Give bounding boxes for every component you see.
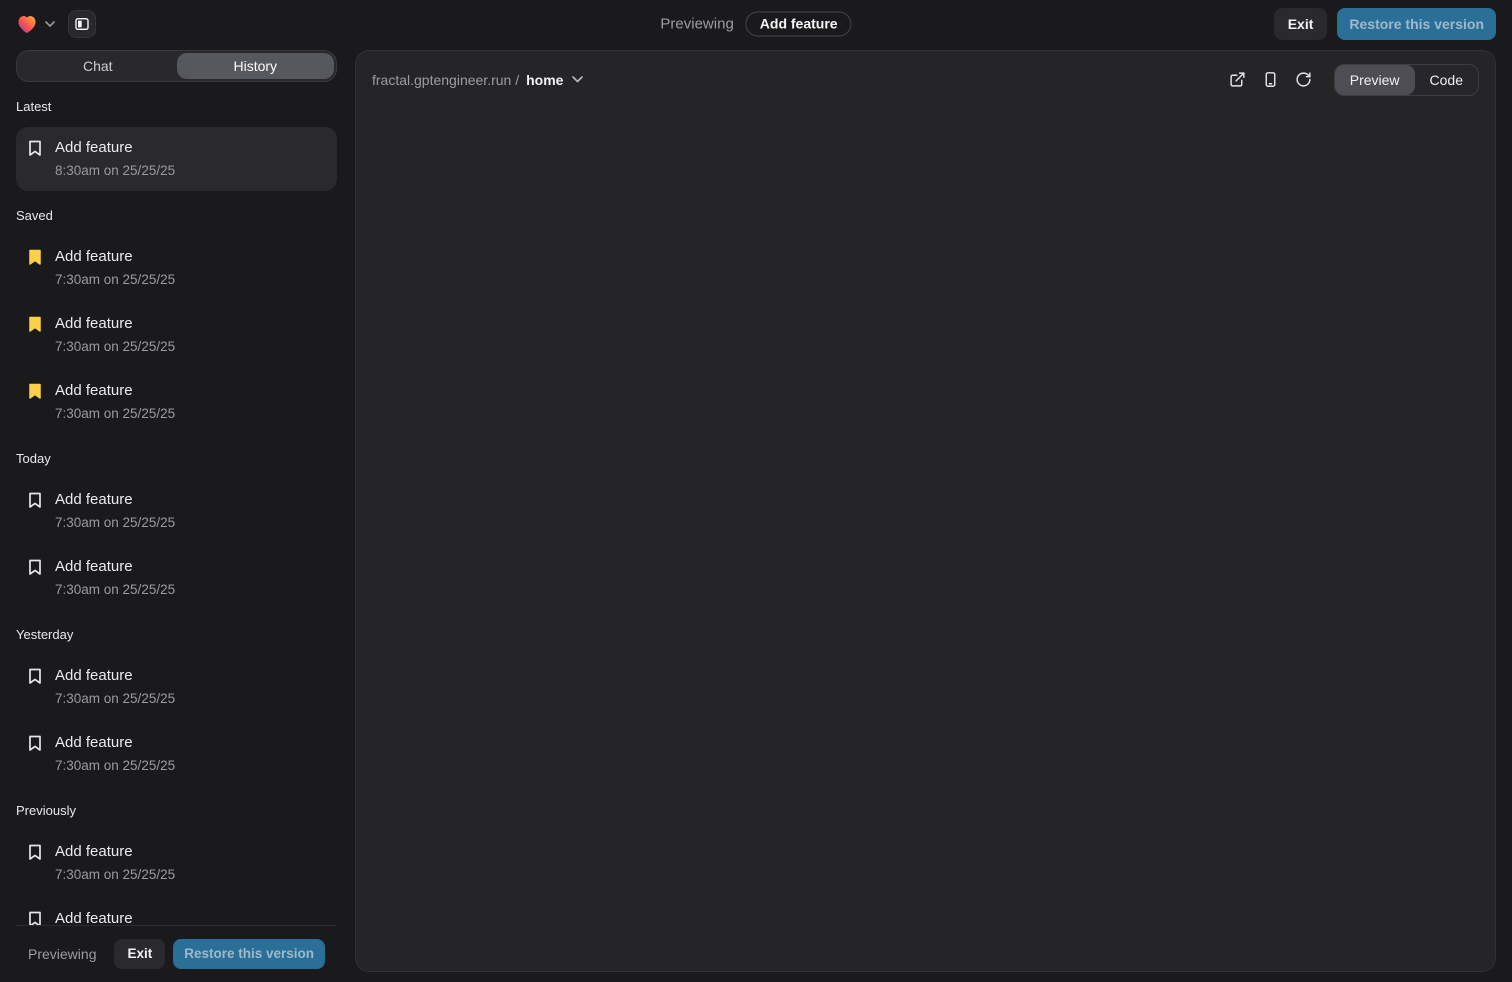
section-label: Previously — [16, 803, 337, 818]
history-item-title: Add feature — [55, 313, 175, 334]
footer-previewing-label: Previewing — [28, 946, 96, 962]
topbar-right: Exit Restore this version — [1274, 8, 1496, 40]
history-item-title: Add feature — [55, 841, 175, 862]
history-item-text: Add feature 7:30am on 25/25/25 — [55, 489, 175, 533]
history-item-text: Add feature 7:30am on 25/25/25 — [55, 313, 175, 357]
mode-tab-code[interactable]: Code — [1415, 65, 1478, 95]
history-item[interactable]: Add feature 7:30am on 25/25/25 — [16, 831, 337, 895]
history-item[interactable]: Add feature 7:30am on 25/25/25 — [16, 370, 337, 434]
open-external-link-button[interactable] — [1229, 71, 1246, 88]
history-section: Yesterday Add feature 7:30am on 25/25/25 — [16, 627, 337, 786]
section-items: Add feature 7:30am on 25/25/25 Add featu… — [16, 236, 337, 434]
history-item[interactable]: Add feature 7:30am on 25/25/25 — [16, 655, 337, 719]
version-badge[interactable]: Add feature — [746, 12, 852, 37]
footer-restore-version-button[interactable]: Restore this version — [173, 939, 325, 969]
history-item-title: Add feature — [55, 137, 175, 158]
lovable-heart-logo[interactable] — [16, 14, 38, 34]
bookmark-icon — [28, 316, 42, 333]
preview-header: fractal.gptengineer.run / home — [356, 51, 1495, 95]
tab-history[interactable]: History — [177, 53, 335, 79]
history-item[interactable]: Add feature 7:30am on 25/25/25 — [16, 303, 337, 367]
sidebar-footer: Previewing Exit Restore this version — [16, 925, 337, 982]
history-item-timestamp: 7:30am on 25/25/25 — [55, 513, 175, 533]
exit-button[interactable]: Exit — [1274, 8, 1328, 40]
section-label: Saved — [16, 208, 337, 223]
history-item-text: Add feature 7:30am on 25/25/25 — [55, 732, 175, 776]
bookmark-icon — [28, 844, 42, 861]
history-section: Latest Add feature 8:30am on 25/25/25 — [16, 99, 337, 191]
app: { "colors": { "page_bg": "#1a1a1c", "pan… — [0, 0, 1512, 982]
history-item-timestamp: 7:30am on 25/25/25 — [55, 270, 175, 290]
history-item-timestamp: 7:30am on 25/25/25 — [55, 865, 175, 885]
previewing-label: Previewing — [660, 16, 733, 33]
bookmark-icon — [28, 492, 42, 509]
history-sidebar: Chat History Latest Add feature 8:30am o… — [16, 50, 337, 982]
history-item-timestamp: 7:30am on 25/25/25 — [55, 337, 175, 357]
topbar-center: Previewing Add feature — [660, 12, 851, 37]
history-item[interactable]: Add feature 7:30am on 25/25/25 — [16, 722, 337, 786]
refresh-button[interactable] — [1295, 71, 1312, 88]
preview-viewport[interactable] — [356, 95, 1495, 971]
mobile-view-button[interactable] — [1262, 71, 1279, 88]
section-items: Add feature 7:30am on 25/25/25 Add featu… — [16, 479, 337, 610]
mode-tab-preview[interactable]: Preview — [1335, 65, 1415, 95]
history-item-text: Add feature 8:30am on 25/25/25 — [55, 137, 175, 181]
history-item-timestamp: 8:30am on 25/25/25 — [55, 161, 175, 181]
history-item-timestamp: 7:30am on 25/25/25 — [55, 756, 175, 776]
preview-panel: fractal.gptengineer.run / home — [355, 50, 1496, 972]
bookmark-icon — [28, 559, 42, 576]
smartphone-icon — [1262, 71, 1279, 88]
history-list: Latest Add feature 8:30am on 25/25/25 Sa… — [16, 82, 337, 982]
history-item-text: Add feature 7:30am on 25/25/25 — [55, 246, 175, 290]
section-label: Today — [16, 451, 337, 466]
topbar: Previewing Add feature Exit Restore this… — [0, 0, 1512, 48]
preview-code-switcher: Preview Code — [1334, 64, 1479, 96]
history-item-title: Add feature — [55, 380, 175, 401]
bookmark-icon — [28, 140, 42, 157]
history-section: Saved Add feature 7:30am on 25/25/25 Add — [16, 208, 337, 434]
history-item[interactable]: Add feature 8:30am on 25/25/25 — [16, 127, 337, 191]
refresh-icon — [1295, 71, 1312, 88]
history-item[interactable]: Add feature 7:30am on 25/25/25 — [16, 479, 337, 543]
section-label: Yesterday — [16, 627, 337, 642]
history-item-title: Add feature — [55, 556, 175, 577]
bookmark-icon — [28, 735, 42, 752]
history-item-timestamp: 7:30am on 25/25/25 — [55, 580, 175, 600]
history-item-title: Add feature — [55, 246, 175, 267]
section-items: Add feature 8:30am on 25/25/25 — [16, 127, 337, 191]
panel-left-icon — [74, 16, 90, 32]
history-item-title: Add feature — [55, 665, 175, 686]
history-item[interactable]: Add feature 7:30am on 25/25/25 — [16, 236, 337, 300]
history-item-text: Add feature 7:30am on 25/25/25 — [55, 380, 175, 424]
history-item-title: Add feature — [55, 732, 175, 753]
bookmark-icon — [28, 249, 42, 266]
url-bar[interactable]: fractal.gptengineer.run / home — [372, 72, 583, 88]
history-section: Today Add feature 7:30am on 25/25/25 Add — [16, 451, 337, 610]
history-item-text: Add feature 7:30am on 25/25/25 — [55, 841, 175, 885]
external-link-icon — [1229, 71, 1246, 88]
history-item-title: Add feature — [55, 489, 175, 510]
url-domain: fractal.gptengineer.run / — [372, 72, 519, 88]
url-page: home — [526, 72, 563, 88]
topbar-left — [16, 10, 96, 38]
history-item-timestamp: 7:30am on 25/25/25 — [55, 404, 175, 424]
history-item-timestamp: 7:30am on 25/25/25 — [55, 689, 175, 709]
sidebar-toggle-button[interactable] — [68, 10, 96, 38]
chevron-down-icon[interactable] — [572, 76, 583, 83]
restore-version-button[interactable]: Restore this version — [1337, 8, 1496, 40]
bookmark-icon — [28, 668, 42, 685]
history-item-text: Add feature 7:30am on 25/25/25 — [55, 665, 175, 709]
tab-chat[interactable]: Chat — [19, 53, 177, 79]
chat-history-tab-switcher: Chat History — [16, 50, 337, 82]
history-item[interactable]: Add feature 7:30am on 25/25/25 — [16, 546, 337, 610]
preview-header-actions: Preview Code — [1229, 64, 1479, 96]
chevron-down-icon[interactable] — [45, 21, 55, 27]
section-items: Add feature 7:30am on 25/25/25 Add featu… — [16, 655, 337, 786]
bookmark-icon — [28, 383, 42, 400]
history-item-text: Add feature 7:30am on 25/25/25 — [55, 556, 175, 600]
footer-exit-button[interactable]: Exit — [114, 939, 165, 969]
section-label: Latest — [16, 99, 337, 114]
